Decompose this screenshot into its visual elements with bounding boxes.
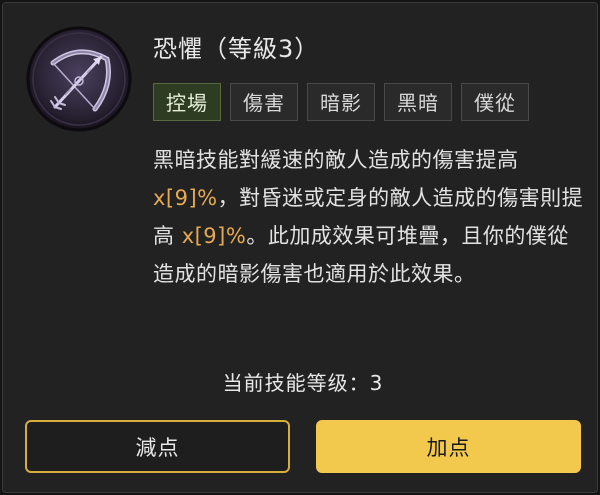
skill-title: 恐懼（等級3） [153, 35, 320, 63]
bonus-value: x[9]% [181, 224, 247, 248]
add-point-button[interactable]: 加点 [316, 420, 581, 473]
tag-shadow: 暗影 [307, 83, 375, 121]
skill-description: 黑暗技能對緩速的敵人造成的傷害提高 x[9]%，對昏迷或定身的敵人造成的傷害則提… [153, 141, 585, 293]
tag-minion: 僕從 [461, 83, 529, 121]
bonus-value: x[9]% [153, 186, 218, 210]
decrease-point-button[interactable]: 減点 [25, 420, 290, 473]
current-skill-level: 当前技能等级：3 [222, 371, 384, 395]
description-text: 黑暗技能對緩速的敵人造成的傷害提高 [153, 148, 519, 172]
skill-tooltip-panel: 恐懼（等級3） 控場 傷害 暗影 黑暗 僕從 黑暗技能對緩速的敵人造成的傷害提高… [2, 2, 598, 493]
tag-crowd-control: 控場 [153, 83, 221, 121]
bow-sigil-icon [26, 26, 132, 132]
skill-tag-list: 控場 傷害 暗影 黑暗 僕從 [153, 83, 529, 121]
tag-darkness: 黑暗 [384, 83, 452, 121]
tag-damage: 傷害 [230, 83, 298, 121]
